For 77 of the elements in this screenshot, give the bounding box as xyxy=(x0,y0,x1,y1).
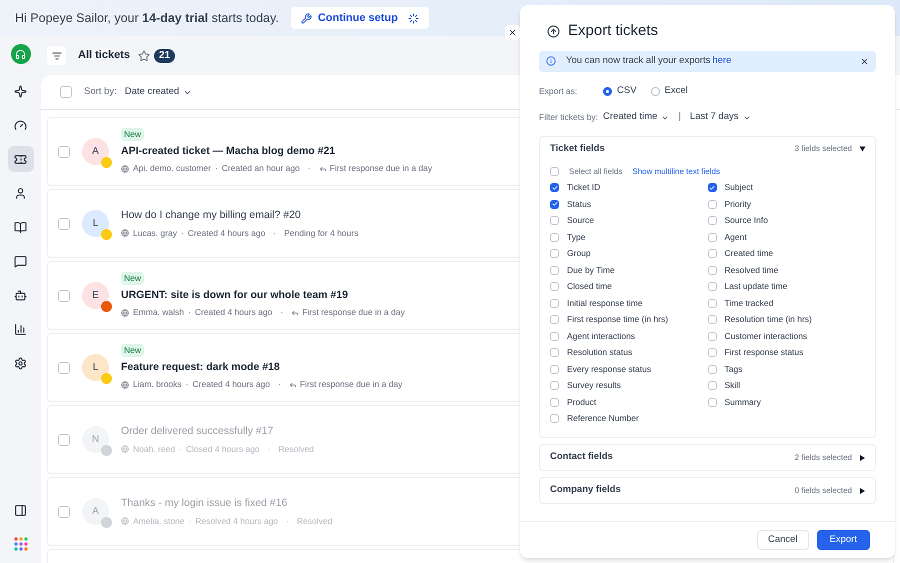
avatar: E xyxy=(82,282,109,309)
filter-separator: | xyxy=(678,110,681,124)
avatar: L xyxy=(82,210,109,237)
new-tag: New xyxy=(121,344,144,357)
separator-dot: · xyxy=(308,162,311,176)
separator-dot: · xyxy=(214,162,218,176)
avatar: A xyxy=(82,498,109,525)
ticket-status: First response due in a day xyxy=(318,162,432,176)
section-summary: 3 fields selected xyxy=(794,143,852,155)
customer-name: Emma. walsh xyxy=(133,306,184,320)
field-label: Resolution status xyxy=(567,346,632,360)
avatar: L xyxy=(82,354,109,381)
field-label: Status xyxy=(567,198,592,211)
separator-dot: · xyxy=(188,306,191,320)
select-all-label: Select all fields xyxy=(569,166,622,178)
field-label: Survey results xyxy=(567,379,621,392)
field-label: Closed time xyxy=(567,280,612,294)
field-label: First response status xyxy=(724,346,804,360)
separator-dot: · xyxy=(280,306,284,320)
separator-dot: · xyxy=(180,226,184,240)
view-title: All tickets xyxy=(78,48,130,64)
new-tag: New xyxy=(121,272,144,285)
field-label: Reference Number xyxy=(567,412,639,426)
avatar: N xyxy=(82,426,109,453)
field-label: Agent xyxy=(724,230,747,244)
separator-dot: · xyxy=(188,514,192,528)
ticket-status: First response due in a day xyxy=(288,378,402,392)
field-label: Type xyxy=(567,230,586,244)
field-label: Source Info xyxy=(724,214,768,228)
section-title: Company fields xyxy=(550,483,621,498)
separator-dot: · xyxy=(286,514,289,528)
dialog-title: Export tickets xyxy=(568,21,658,41)
customer-name: Amelia. stone xyxy=(133,514,184,528)
sort-label: Sort by: xyxy=(84,84,117,99)
separator-dot: · xyxy=(273,226,276,240)
field-label: Skill xyxy=(724,379,740,392)
customer-name: Api. demo. customer xyxy=(133,162,211,176)
created-time: Resolved 4 hours ago xyxy=(195,514,278,528)
field-label: First response time (in hrs) xyxy=(567,313,668,326)
customer-name: Liam. brooks xyxy=(133,378,182,392)
section-summary: 2 fields selected xyxy=(794,452,852,464)
ticket-status: Resolved xyxy=(296,514,332,528)
created-time: Created 4 hours ago xyxy=(194,306,272,320)
notice-text: You can now track all your exports xyxy=(566,54,710,68)
trial-message: Hi Popeye Sailor, your 14-day trial starts today. xyxy=(15,10,279,27)
section-summary: 0 fields selected xyxy=(794,484,852,496)
ticket-status: Resolved xyxy=(278,442,314,456)
section-title: Contact fields xyxy=(550,450,613,464)
field-label: Every response status xyxy=(567,362,652,376)
avatar: A xyxy=(82,138,109,165)
new-tag: New xyxy=(121,128,144,141)
field-label: Last update time xyxy=(724,280,788,294)
separator-dot: · xyxy=(179,442,182,456)
separator-dot: · xyxy=(278,378,281,392)
field-label: Created time xyxy=(724,247,774,260)
customer-name: Noah. reed xyxy=(133,442,176,456)
customer-name: Lucas. gray xyxy=(133,226,177,240)
field-label: Source xyxy=(567,214,594,228)
created-time: Closed 4 hours ago xyxy=(186,442,260,456)
format-label: Export as: xyxy=(539,85,578,98)
separator-dot: · xyxy=(268,442,270,456)
field-label: Priority xyxy=(724,198,751,211)
created-time: Created 4 hours ago xyxy=(192,378,270,392)
section-title: Ticket fields xyxy=(550,142,605,156)
field-label: Initial response time xyxy=(567,296,643,310)
created-time: Created an hour ago xyxy=(222,162,300,176)
field-label: Due by Time xyxy=(567,264,615,277)
ticket-status: First response due in a day xyxy=(291,306,405,320)
field-label: Time tracked xyxy=(724,296,774,310)
field-label: Tags xyxy=(724,362,742,376)
field-label: Group xyxy=(567,247,591,260)
ticket-status: Pending for 4 hours xyxy=(284,226,358,240)
ticket-count: 21 xyxy=(154,48,176,62)
separator-dot: · xyxy=(186,378,189,392)
created-time: Created 4 hours ago xyxy=(188,226,266,240)
field-label: Resolved time xyxy=(724,264,778,277)
field-label: Resolution time (in hrs) xyxy=(724,313,812,326)
